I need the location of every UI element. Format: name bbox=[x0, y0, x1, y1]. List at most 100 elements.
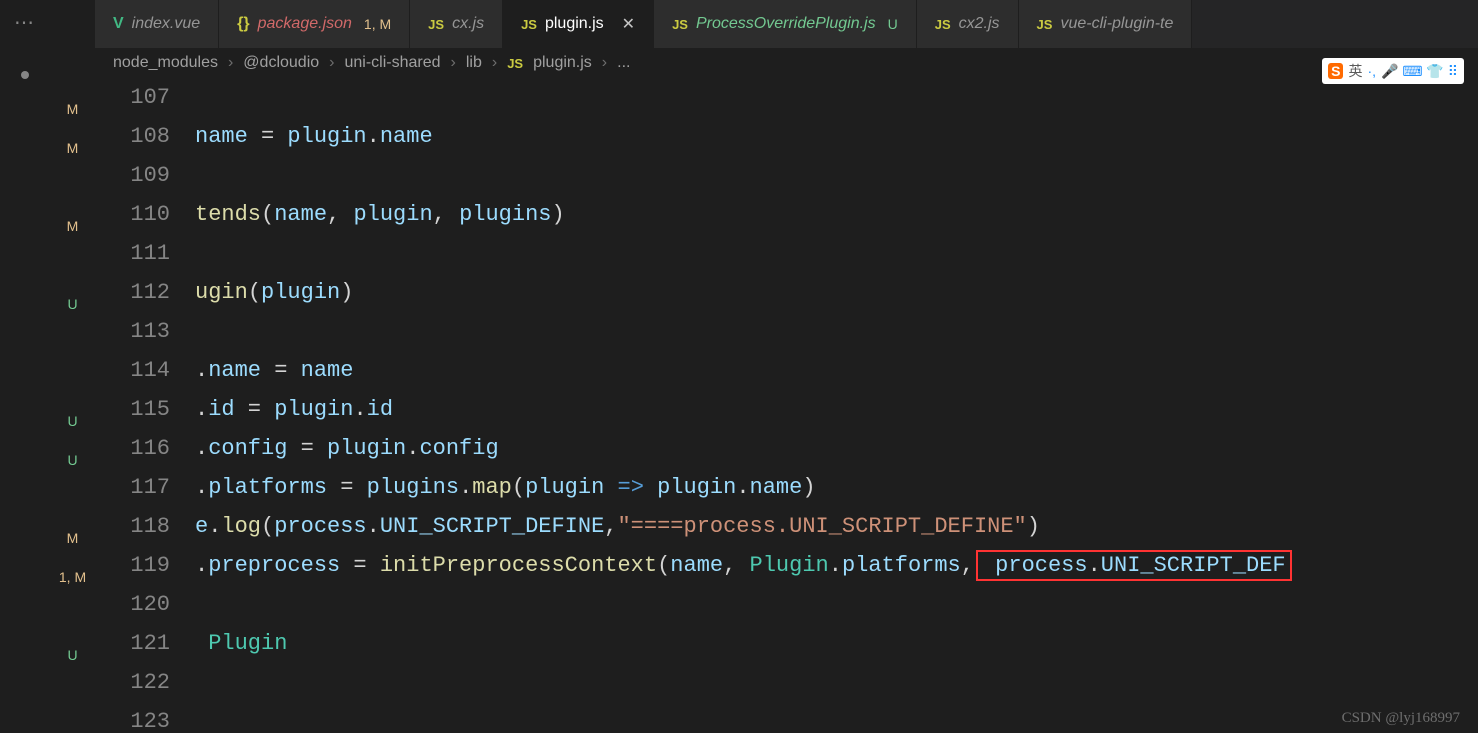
tab-label: plugin.js bbox=[545, 15, 604, 33]
crumb[interactable]: uni-cli-shared bbox=[344, 54, 440, 72]
menu-icon[interactable]: ⋯ bbox=[14, 10, 36, 35]
line-number: 123 bbox=[95, 702, 170, 733]
json-icon: {} bbox=[237, 15, 249, 33]
crumb[interactable]: @dcloudio bbox=[243, 54, 319, 72]
scm-line-badge: U bbox=[50, 636, 95, 675]
watermark: CSDN @lyj168997 bbox=[1342, 710, 1460, 727]
scm-status-badge: 1, M bbox=[364, 16, 391, 32]
js-icon: JS bbox=[672, 17, 688, 32]
code-line[interactable]: tends(name, plugin, plugins) bbox=[195, 195, 1478, 234]
line-number: 114 bbox=[95, 351, 170, 390]
ime-sep: ·, bbox=[1367, 63, 1376, 79]
scm-line-badge: M bbox=[50, 519, 95, 558]
scm-line-badge bbox=[50, 246, 95, 285]
scm-line-badge bbox=[50, 480, 95, 519]
code-line[interactable]: .name = name bbox=[195, 351, 1478, 390]
code-line[interactable]: e.log(process.UNI_SCRIPT_DEFINE,"====pro… bbox=[195, 507, 1478, 546]
code-line[interactable]: Plugin bbox=[195, 624, 1478, 663]
line-number: 120 bbox=[95, 585, 170, 624]
js-icon: JS bbox=[1037, 17, 1053, 32]
main-area: Vindex.vue {} package.json 1, M JS cx.js JS plu… bbox=[95, 0, 1478, 733]
scm-line-badge: 1, M bbox=[50, 558, 95, 597]
tab-index-vue[interactable]: Vindex.vue bbox=[95, 0, 219, 48]
breadcrumb[interactable]: node_modules › @dcloudio › uni-cli-shared ›… bbox=[95, 48, 1478, 78]
code-line[interactable] bbox=[195, 312, 1478, 351]
tab-vue-cli-plugin-te[interactable]: JS vue-cli-plugin-te bbox=[1019, 0, 1193, 48]
scm-line-badge: M bbox=[50, 129, 95, 168]
scm-line-badge: M bbox=[50, 207, 95, 246]
js-icon: JS bbox=[507, 56, 523, 71]
scm-line-badge bbox=[50, 363, 95, 402]
code-line[interactable]: .preprocess = initPreprocessContext(name… bbox=[195, 546, 1478, 585]
code-line[interactable] bbox=[195, 663, 1478, 702]
line-number: 118 bbox=[95, 507, 170, 546]
code-editor[interactable]: 1071081091101111121131141151161171181191… bbox=[95, 78, 1478, 733]
scm-line-badge bbox=[50, 597, 95, 636]
ime-toolbar[interactable]: S 英 ·, 🎤 ⌨ 👕 ⠿ bbox=[1322, 58, 1464, 84]
line-number: 119 bbox=[95, 546, 170, 585]
line-number: 115 bbox=[95, 390, 170, 429]
scm-line-badge bbox=[50, 324, 95, 363]
code-line[interactable] bbox=[195, 702, 1478, 733]
close-icon[interactable]: ✕ bbox=[622, 14, 635, 34]
code-line[interactable]: .config = plugin.config bbox=[195, 429, 1478, 468]
chevron-right-icon: › bbox=[602, 54, 607, 72]
code-line[interactable]: ugin(plugin) bbox=[195, 273, 1478, 312]
line-number: 110 bbox=[95, 195, 170, 234]
tab-cx-js[interactable]: JS cx.js bbox=[410, 0, 503, 48]
scm-line-badge bbox=[50, 168, 95, 207]
line-number: 112 bbox=[95, 273, 170, 312]
tab-label: index.vue bbox=[132, 15, 201, 33]
scm-line-badge: U bbox=[50, 285, 95, 324]
line-number: 113 bbox=[95, 312, 170, 351]
line-number: 117 bbox=[95, 468, 170, 507]
chevron-right-icon: › bbox=[329, 54, 334, 72]
vue-icon: V bbox=[113, 15, 124, 33]
code-line[interactable] bbox=[195, 78, 1478, 117]
code-content[interactable]: name = plugin.name tends(name, plugin, pl… bbox=[195, 78, 1478, 733]
scm-line-badge: U bbox=[50, 441, 95, 480]
crumb[interactable]: node_modules bbox=[113, 54, 218, 72]
scm-line-badge: U bbox=[50, 402, 95, 441]
crumb-file[interactable]: plugin.js bbox=[533, 54, 592, 72]
code-line[interactable]: .id = plugin.id bbox=[195, 390, 1478, 429]
line-number: 107 bbox=[95, 78, 170, 117]
activity-bar: ⋯ bbox=[0, 0, 50, 733]
tab-label: package.json bbox=[258, 15, 352, 33]
tab-plugin-js[interactable]: JS plugin.js ✕ bbox=[503, 0, 654, 48]
line-number: 109 bbox=[95, 156, 170, 195]
line-number-gutter: 1071081091101111121131141151161171181191… bbox=[95, 78, 195, 733]
code-line[interactable] bbox=[195, 234, 1478, 273]
chevron-right-icon: › bbox=[492, 54, 497, 72]
sogou-icon[interactable]: S bbox=[1328, 63, 1343, 79]
scm-line-badge: M bbox=[50, 90, 95, 129]
tab-ProcessOverridePlugin-js[interactable]: JS ProcessOverridePlugin.js U bbox=[654, 0, 917, 48]
chevron-right-icon: › bbox=[228, 54, 233, 72]
code-line[interactable]: name = plugin.name bbox=[195, 117, 1478, 156]
tab-package-json[interactable]: {} package.json 1, M bbox=[219, 0, 410, 48]
chevron-right-icon: › bbox=[451, 54, 456, 72]
tab-label: cx2.js bbox=[959, 15, 1000, 33]
tab-bar: Vindex.vue {} package.json 1, M JS cx.js JS plu… bbox=[95, 0, 1478, 48]
scm-indicator-column: MMMUUUM1, MU bbox=[50, 0, 95, 733]
line-number: 116 bbox=[95, 429, 170, 468]
tab-label: cx.js bbox=[452, 15, 484, 33]
code-line[interactable]: .platforms = plugins.map(plugin => plugi… bbox=[195, 468, 1478, 507]
ime-tools[interactable]: 🎤 ⌨ 👕 ⠿ bbox=[1381, 63, 1458, 80]
line-number: 111 bbox=[95, 234, 170, 273]
line-number: 108 bbox=[95, 117, 170, 156]
tab-label: vue-cli-plugin-te bbox=[1060, 15, 1173, 33]
line-number: 122 bbox=[95, 663, 170, 702]
code-line[interactable] bbox=[195, 156, 1478, 195]
tab-cx2-js[interactable]: JScx2.js bbox=[917, 0, 1019, 48]
line-number: 121 bbox=[95, 624, 170, 663]
crumb[interactable]: lib bbox=[466, 54, 482, 72]
code-line[interactable] bbox=[195, 585, 1478, 624]
tab-label: ProcessOverridePlugin.js bbox=[696, 15, 876, 33]
crumb-symbol[interactable]: ... bbox=[617, 54, 630, 72]
ime-lang[interactable]: 英 bbox=[1348, 61, 1362, 81]
js-icon: JS bbox=[521, 17, 537, 32]
highlighted-code: process.UNI_SCRIPT_DEF bbox=[976, 550, 1292, 581]
scm-status-badge: U bbox=[888, 16, 898, 32]
js-icon: JS bbox=[428, 17, 444, 32]
